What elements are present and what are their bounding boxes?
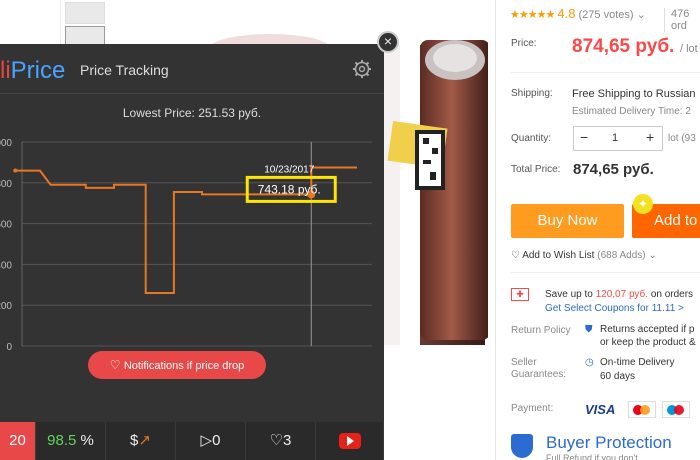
return-policy-line2: or keep the product & (600, 337, 696, 348)
panel-bottom-bar: 20 98.5 % $↗ ▷0 ♡3 (0, 422, 384, 460)
buyer-protection-title: Buyer Protection (546, 433, 672, 452)
price-trend-button[interactable]: $↗ (106, 422, 176, 460)
notify-price-drop-button[interactable]: ♡ Notifications if price drop (88, 351, 266, 379)
price-label: Price: (511, 38, 537, 49)
total-price-label: Total Price: (511, 164, 561, 175)
y-tick-label: 000 (0, 138, 12, 149)
per-lot-label: / lot (680, 43, 698, 55)
quantity-label: Quantity: (511, 133, 552, 144)
shipping-text[interactable]: Free Shipping to Russian (572, 88, 696, 100)
y-tick-label: 0 (6, 342, 12, 351)
return-policy-label: Return Policy (511, 325, 571, 336)
heart-icon: ♡ (109, 358, 124, 372)
minus-button[interactable]: − (580, 129, 588, 145)
play-count-button[interactable]: ▷0 (176, 422, 246, 460)
settings-gear-icon[interactable] (352, 59, 372, 84)
maestro-icon (662, 401, 690, 418)
delivery-estimate: Estimated Delivery Time: 2 (572, 106, 691, 117)
mastercard-icon (628, 401, 656, 418)
youtube-button[interactable] (316, 422, 384, 460)
product-info-panel: ★★★★★ 4.8 (275 votes) ⌄ 476 ord Price: 8… (495, 0, 700, 460)
thumbnail[interactable] (65, 2, 105, 24)
youtube-icon (338, 433, 361, 450)
seller-rating[interactable]: 98.5 % (36, 422, 106, 460)
y-tick-label: 400 (0, 260, 12, 271)
delivery-days: 60 days (600, 371, 636, 382)
tooltip-price: 743.18 руб. (258, 182, 321, 196)
orders-count: 476 ord (664, 8, 700, 32)
coupon-icon: ✚ (511, 288, 529, 301)
y-tick-label: 200 (0, 301, 12, 312)
panel-title: Price Tracking (80, 62, 169, 78)
y-tick-label: 600 (0, 220, 12, 231)
score-badge[interactable]: 20 (0, 422, 36, 460)
product-price: 874,65 руб. (572, 36, 675, 57)
rating-row[interactable]: ★★★★★ 4.8 (275 votes) ⌄ (510, 6, 646, 21)
play-icon: ▷ (200, 432, 213, 449)
data-point (13, 168, 18, 173)
buyer-protection-shield-icon (511, 434, 533, 458)
lot-available: lot (93 (668, 133, 696, 144)
save-text: Save up to 120,07 руб. on orders (545, 289, 694, 300)
ontime-delivery: On-time Delivery (600, 357, 675, 368)
shield-check-icon: ⛊ (585, 324, 593, 335)
cursor-highlight-icon: ✦ (633, 194, 653, 214)
chevron-down-icon: ⌄ (648, 250, 657, 261)
close-panel-button[interactable]: × (377, 31, 399, 53)
trend-arrow-icon: ↗ (138, 432, 151, 449)
y-tick-label: 800 (0, 179, 12, 190)
seller-guarantees-label: Seller Guarantees: (511, 357, 567, 380)
wishlist-link[interactable]: ♡ Add to Wish List (688 Adds) ⌄ (511, 250, 657, 261)
price-tracker-panel: liPrice Price Tracking Lowest Price: 251… (0, 44, 384, 460)
quantity-input[interactable]: 1 (612, 132, 618, 144)
heart-icon: ♡ (511, 250, 520, 261)
return-policy-line1: Returns accepted if p (600, 324, 695, 335)
payment-label: Payment: (511, 403, 554, 414)
shipping-label: Shipping: (511, 88, 553, 99)
coupons-link[interactable]: Get Select Coupons for 11.11 > (545, 303, 684, 314)
total-price: 874,65 руб. (573, 161, 654, 178)
plus-button[interactable]: + (646, 129, 654, 145)
thumbnail-strip (60, 0, 120, 48)
chevron-down-icon: ⌄ (636, 9, 646, 21)
panel-header: liPrice Price Tracking (0, 44, 384, 94)
lowest-price-text: Lowest Price: 251.53 руб. (122, 106, 262, 120)
aliprice-logo: liPrice (0, 57, 66, 84)
star-rating-icon: ★★★★★ (510, 9, 555, 21)
buyer-protection-sub: Full Refund if you don't (546, 453, 638, 460)
tooltip-date: 10/23/2017 (264, 164, 314, 175)
buy-now-button[interactable]: Buy Now (511, 204, 624, 238)
quantity-stepper: − 1 + (573, 126, 663, 151)
favorites-button[interactable]: ♡3 (246, 422, 316, 460)
price-chart[interactable]: 00080060040020008/7/20178/25/20179/4/201… (0, 126, 384, 351)
visa-icon: VISA (585, 402, 616, 417)
heart-icon: ♡ (269, 432, 284, 449)
clock-icon: ◷ (585, 357, 594, 368)
